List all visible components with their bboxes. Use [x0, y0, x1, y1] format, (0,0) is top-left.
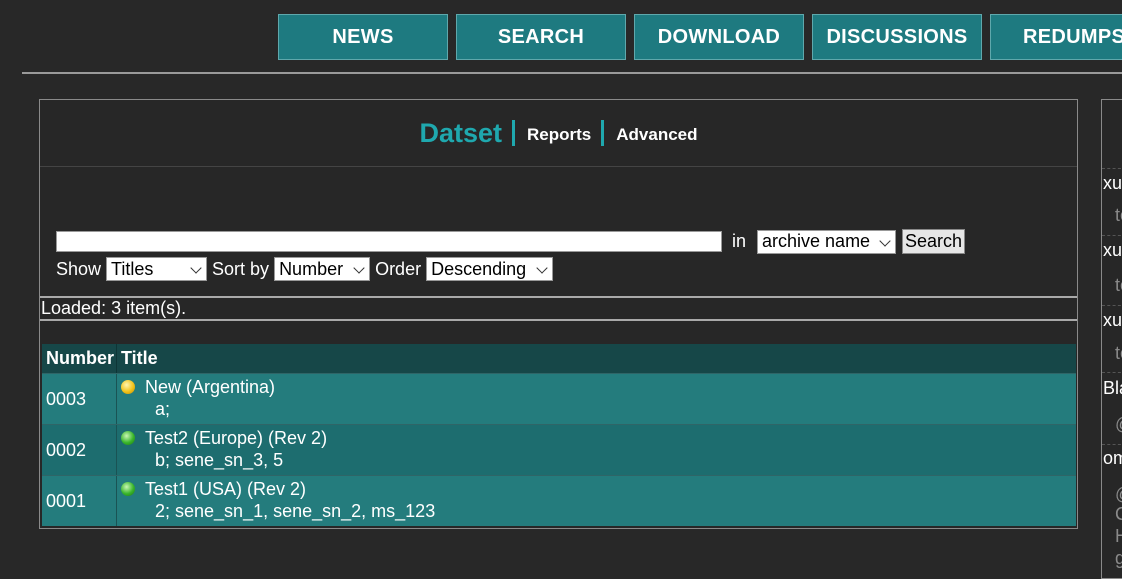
status-green-icon: [121, 431, 135, 445]
side-item-sub: @: [1115, 414, 1122, 435]
side-item-user[interactable]: Bla: [1103, 378, 1122, 399]
side-divider: [1102, 305, 1122, 307]
row-title-cell: Test1 (USA) (Rev 2) 2; sene_sn_1, sene_s…: [117, 476, 1076, 526]
column-title[interactable]: Title: [117, 348, 158, 369]
status-yellow-icon: [121, 380, 135, 394]
side-divider: [1102, 235, 1122, 237]
tab-separator: [512, 120, 516, 146]
results-table: Number Title 0003 New (Argentina) a; 000…: [42, 344, 1076, 526]
side-item-user[interactable]: om: [1103, 448, 1122, 469]
sort-select[interactable]: Number: [274, 257, 371, 281]
row-number: 0002: [42, 425, 117, 475]
row-title[interactable]: New (Argentina): [145, 377, 275, 398]
row-title[interactable]: Test2 (Europe) (Rev 2): [145, 428, 327, 449]
side-item-sub: @: [1115, 484, 1122, 505]
order-select[interactable]: Descending: [426, 257, 554, 281]
show-select-value: Titles: [111, 258, 154, 279]
side-item-sub: C: [1115, 504, 1122, 524]
row-number: 0001: [42, 476, 117, 526]
in-label: in: [732, 231, 747, 251]
nav-divider: [22, 72, 1122, 74]
side-divider: [1102, 444, 1122, 446]
nav-search[interactable]: SEARCH: [456, 14, 626, 60]
nav-redumps[interactable]: REDUMPS: [990, 14, 1122, 60]
side-panel: xu te xu te xu te Bla @ om @ C H g: [1101, 99, 1122, 579]
table-row[interactable]: 0002 Test2 (Europe) (Rev 2) b; sene_sn_3…: [42, 424, 1076, 475]
chevron-down-icon: [190, 262, 202, 274]
chevron-down-icon: [879, 234, 891, 247]
side-item-sub: te: [1115, 343, 1122, 363]
options-row: Show Titles Sort by Number Order Descend…: [56, 257, 554, 281]
table-header: Number Title: [42, 344, 1076, 373]
search-button[interactable]: Search: [902, 229, 966, 254]
show-select[interactable]: Titles: [106, 257, 208, 281]
side-item-user[interactable]: xu: [1103, 173, 1122, 194]
tab-datset[interactable]: Datset: [419, 118, 502, 149]
tab-separator: [601, 120, 605, 146]
show-label: Show: [56, 258, 102, 279]
chevron-down-icon: [353, 262, 365, 274]
sort-label: Sort by: [212, 258, 270, 279]
table-row[interactable]: 0003 New (Argentina) a;: [42, 373, 1076, 424]
side-item-sub: te: [1115, 275, 1122, 295]
panel-tabs: Datset Reports Advanced: [40, 100, 1077, 167]
side-item-sub: H: [1115, 526, 1122, 546]
field-select[interactable]: archive name: [757, 229, 897, 254]
side-divider: [1102, 372, 1122, 374]
order-label: Order: [375, 258, 422, 279]
side-item-user[interactable]: xu: [1103, 240, 1122, 261]
search-row: in archive name Search: [56, 229, 966, 254]
row-title-cell: New (Argentina) a;: [117, 374, 1076, 424]
search-input[interactable]: [56, 231, 722, 252]
nav-news[interactable]: NEWS: [278, 14, 448, 60]
side-item-user[interactable]: xu: [1103, 310, 1122, 331]
side-divider: [1102, 168, 1122, 170]
side-item-sub: te: [1115, 205, 1122, 225]
row-serials: b; sene_sn_3, 5: [155, 450, 284, 470]
row-serials: 2; sene_sn_1, sene_sn_2, ms_123: [155, 501, 436, 521]
chevron-down-icon: [536, 262, 548, 274]
tab-advanced[interactable]: Advanced: [616, 125, 697, 145]
field-select-value: archive name: [762, 231, 871, 251]
nav-discussions[interactable]: DISCUSSIONS: [812, 14, 982, 60]
tab-reports[interactable]: Reports: [527, 125, 591, 145]
sort-select-value: Number: [279, 258, 344, 279]
row-title-cell: Test2 (Europe) (Rev 2) b; sene_sn_3, 5: [117, 425, 1076, 475]
order-select-value: Descending: [431, 258, 527, 279]
loaded-status: Loaded: 3 item(s).: [40, 296, 1077, 321]
side-item-sub: g: [1115, 548, 1122, 568]
row-title[interactable]: Test1 (USA) (Rev 2): [145, 479, 306, 500]
status-green-icon: [121, 482, 135, 496]
table-row[interactable]: 0001 Test1 (USA) (Rev 2) 2; sene_sn_1, s…: [42, 475, 1076, 526]
nav-download[interactable]: DOWNLOAD: [634, 14, 804, 60]
row-serials: a;: [155, 399, 171, 419]
row-number: 0003: [42, 374, 117, 424]
column-number[interactable]: Number: [42, 344, 117, 373]
top-nav: NEWS SEARCH DOWNLOAD DISCUSSIONS REDUMPS: [278, 14, 1122, 62]
dat-search-panel: Datset Reports Advanced in archive name …: [39, 99, 1078, 529]
